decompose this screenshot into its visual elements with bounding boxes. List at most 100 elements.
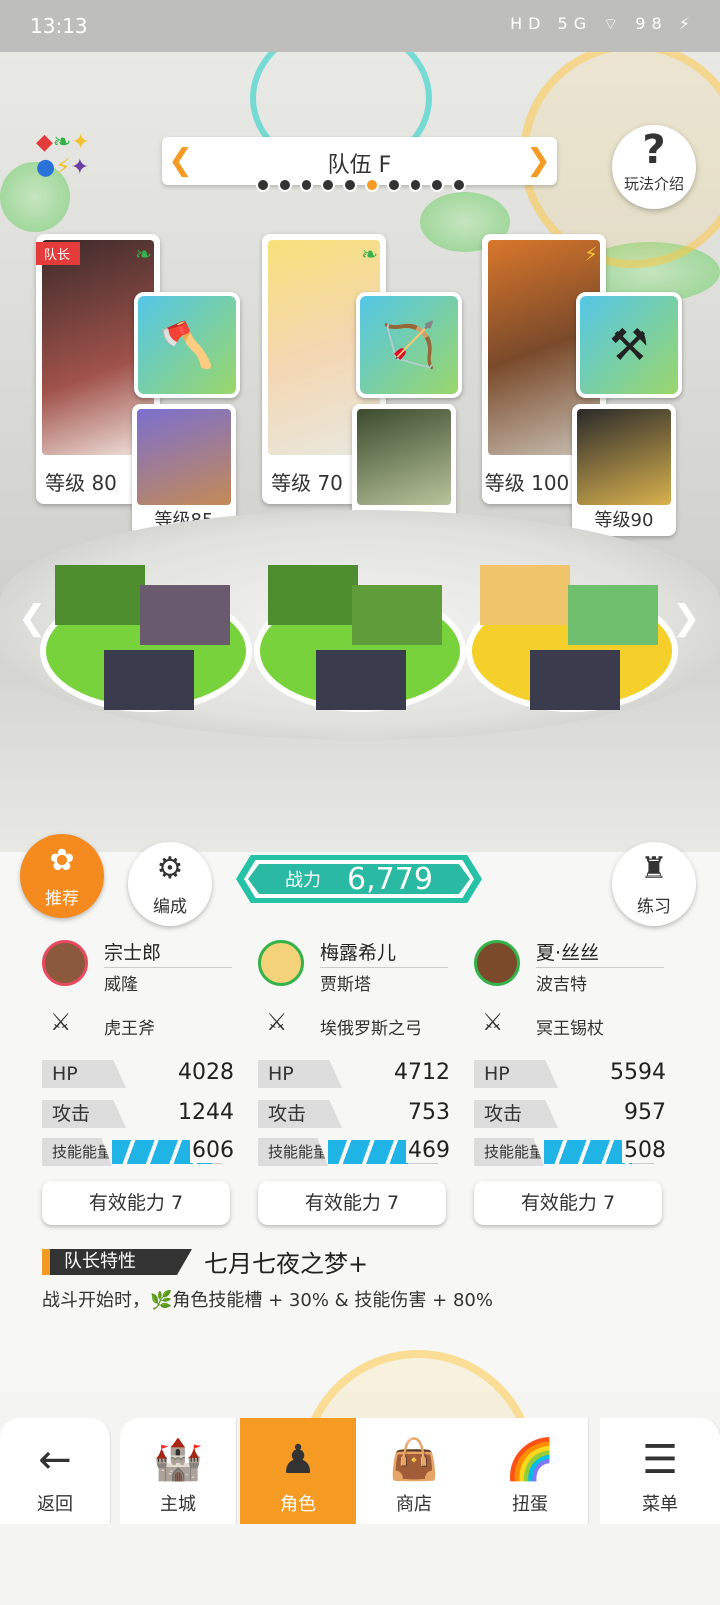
- energy-label: 技能能量: [42, 1138, 112, 1166]
- atk-value: 753: [408, 1100, 450, 1125]
- back-arrow-icon: ←: [38, 1437, 72, 1483]
- nav-gacha[interactable]: 🌈 扭蛋: [472, 1418, 589, 1524]
- partner-name: 波吉特: [536, 975, 587, 995]
- weapon-block: [104, 650, 194, 710]
- energy-value: 508: [622, 1138, 666, 1163]
- atk-value: 1244: [178, 1100, 234, 1125]
- element-chart-icon[interactable]: ◆❧✦ ●⚡✦: [36, 130, 132, 190]
- energy-bar: [544, 1140, 632, 1164]
- combat-power-display: 战力 6,779: [236, 855, 482, 903]
- weapon-name: 埃俄罗斯之弓: [320, 1019, 422, 1039]
- partner-portrait: [577, 409, 671, 505]
- battle-platform: [0, 510, 720, 740]
- page-dot[interactable]: [343, 178, 357, 192]
- atk-label: 攻击: [474, 1100, 558, 1128]
- power-label: 战力: [285, 870, 322, 891]
- status-bar: 13:13 HD 5G ⌔ 98 ⚡: [0, 0, 720, 52]
- partner-portrait: [357, 409, 451, 505]
- page-dot[interactable]: [386, 178, 401, 192]
- menu-list-icon: ☰: [642, 1437, 678, 1483]
- page-dot-active[interactable]: [364, 178, 379, 192]
- partner-name: 威隆: [104, 975, 138, 995]
- hp-row: HP 5594: [474, 1060, 666, 1090]
- captain-trait-label: 队长特性: [42, 1249, 192, 1275]
- weapon-name: 冥王锡杖: [536, 1019, 604, 1039]
- practice-button[interactable]: ♜ 练习: [612, 842, 696, 926]
- page-dot[interactable]: [430, 178, 445, 192]
- energy-row: 技能能量 469: [258, 1138, 450, 1168]
- energy-row: 技能能量 606: [42, 1138, 234, 1168]
- back-button[interactable]: ← 返回: [0, 1418, 111, 1524]
- nav-shop-label: 商店: [396, 1494, 432, 1515]
- atk-row: 攻击 753: [258, 1100, 450, 1130]
- page-dot[interactable]: [408, 178, 423, 192]
- member-avatar[interactable]: [258, 940, 304, 986]
- team-next-arrow[interactable]: ❯: [526, 143, 551, 178]
- practice-label: 练习: [637, 897, 671, 917]
- member-avatar[interactable]: [474, 940, 520, 986]
- nav-menu-label: 菜单: [642, 1494, 678, 1515]
- nature-element-icon: ❧: [135, 242, 152, 266]
- recommend-label: 推荐: [45, 889, 79, 909]
- hp-row: HP 4712: [258, 1060, 450, 1090]
- page-dot[interactable]: [452, 178, 466, 192]
- terrain-block: [55, 565, 145, 625]
- lightning-element-icon: ⚡: [583, 242, 598, 266]
- scepter-weapon-icon[interactable]: ⚒: [576, 292, 682, 398]
- prev-arrow-icon[interactable]: ❮: [18, 598, 47, 638]
- terrain-block: [140, 585, 230, 645]
- page-dot[interactable]: [277, 178, 292, 192]
- terrain-block: [568, 585, 658, 645]
- power-value: 6,779: [347, 861, 433, 897]
- team-page-dots: [256, 178, 466, 192]
- hp-label: HP: [258, 1060, 342, 1088]
- effective-ability-button[interactable]: 有效能力 7: [258, 1181, 446, 1225]
- formation-button[interactable]: ⚙ 编成: [128, 842, 212, 926]
- nav-gacha-label: 扭蛋: [512, 1494, 548, 1515]
- recommend-button[interactable]: ✿ 推荐: [20, 834, 104, 918]
- page-dot[interactable]: [299, 178, 314, 192]
- nav-town-label: 主城: [160, 1494, 196, 1515]
- captain-trait-description: 战斗开始时，🌿角色技能槽 + 30% & 技能伤害 + 80%: [42, 1290, 493, 1311]
- atk-label: 攻击: [42, 1100, 126, 1128]
- terrain-block: [352, 585, 442, 645]
- hero-level: 等级 80: [45, 471, 117, 495]
- help-button[interactable]: ? 玩法介绍: [612, 125, 696, 209]
- character-icon: ♟: [280, 1437, 316, 1483]
- formation-label: 编成: [153, 897, 187, 917]
- status-icons: HD 5G ⌔ 98 ⚡: [510, 14, 696, 33]
- effective-ability-button[interactable]: 有效能力 7: [42, 1181, 230, 1225]
- hero-level: 等级 70: [271, 471, 343, 495]
- hp-value: 4712: [394, 1060, 450, 1085]
- nav-character-label: 角色: [280, 1494, 316, 1515]
- nav-character[interactable]: ♟ 角色: [240, 1418, 357, 1524]
- page-dot[interactable]: [321, 178, 336, 192]
- weapon-icon: ⚔: [50, 1008, 72, 1036]
- atk-row: 攻击 957: [474, 1100, 666, 1130]
- hp-label: HP: [42, 1060, 126, 1088]
- page-dot[interactable]: [256, 178, 270, 192]
- weapon-icon: ⚔: [482, 1008, 504, 1036]
- recommend-icon: ✿: [49, 843, 75, 878]
- nav-town[interactable]: 🏰 主城: [120, 1418, 237, 1524]
- nav-menu[interactable]: ☰ 菜单: [600, 1418, 720, 1524]
- partner-portrait: [137, 409, 231, 505]
- axe-weapon-icon[interactable]: 🪓: [134, 292, 240, 398]
- member-name: 夏·丝丝: [536, 942, 600, 964]
- bottom-navigation: ← 返回 🏰 主城 ♟ 角色 👜 商店 🌈 扭蛋 ☰ 菜单: [0, 1418, 720, 1524]
- energy-value: 469: [406, 1138, 450, 1163]
- effective-ability-button[interactable]: 有效能力 7: [474, 1181, 662, 1225]
- nav-shop[interactable]: 👜 商店: [356, 1418, 473, 1524]
- terrain-block: [268, 565, 358, 625]
- weapon-icon: ⚔: [266, 1008, 288, 1036]
- partner-level: 等级90: [594, 510, 654, 531]
- partner-card-3[interactable]: 等级90: [572, 404, 676, 536]
- clock: 13:13: [30, 14, 88, 38]
- next-arrow-icon[interactable]: ❯: [672, 598, 701, 638]
- energy-value: 606: [190, 1138, 234, 1163]
- back-label: 返回: [37, 1494, 73, 1515]
- town-icon: 🏰: [153, 1437, 203, 1483]
- bow-weapon-icon[interactable]: 🏹: [356, 292, 462, 398]
- member-avatar[interactable]: [42, 940, 88, 986]
- weapon-block: [530, 650, 620, 710]
